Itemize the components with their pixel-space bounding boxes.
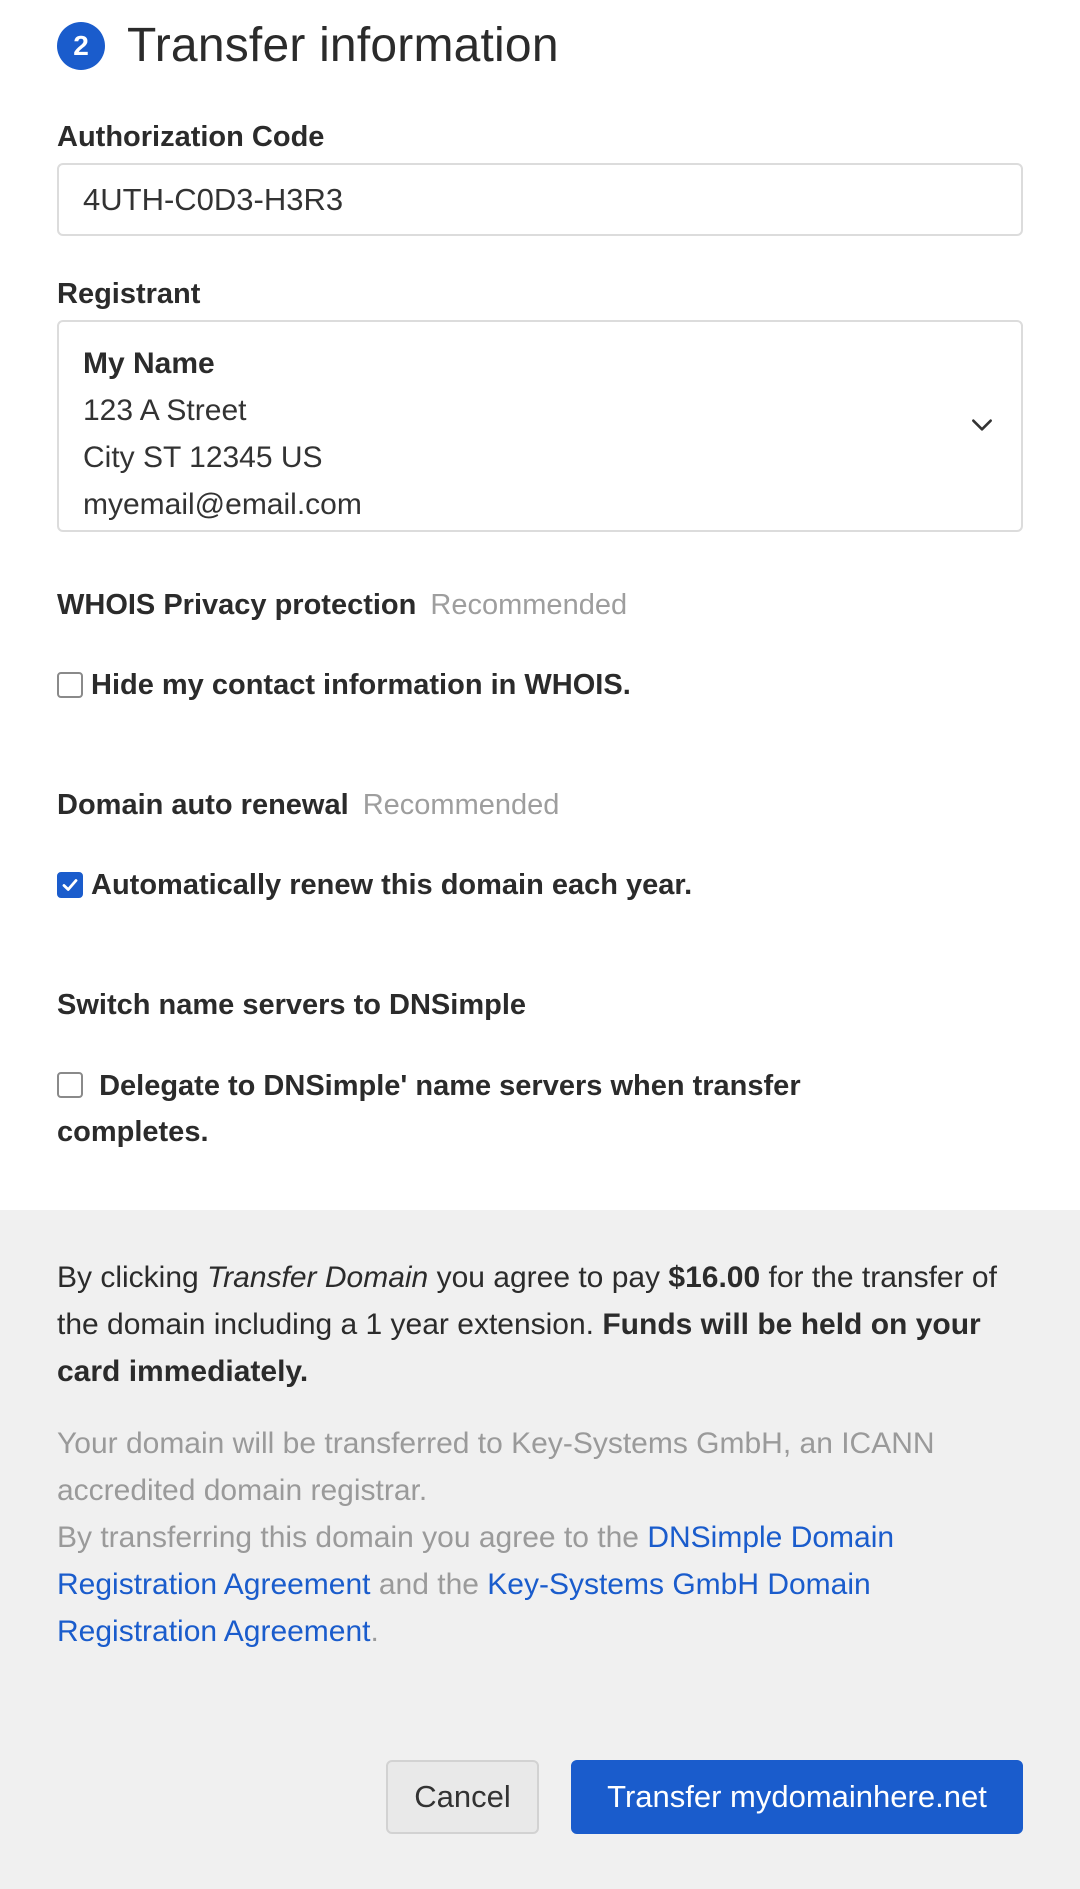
auto-renew-heading: Domain auto renewal Recommended: [57, 789, 559, 822]
agreement-part2: you agree to pay: [428, 1261, 669, 1294]
registrant-city: City ST 12345 US: [83, 441, 323, 474]
name-servers-heading: Switch name servers to DNSimple: [57, 989, 526, 1021]
registrant-select[interactable]: My Name 123 A Street City ST 12345 US my…: [57, 320, 1023, 532]
name-servers-option[interactable]: Delegate to DNSimple' name servers when …: [57, 1062, 907, 1155]
name-servers-label: Delegate to DNSimple' name servers when …: [57, 1070, 801, 1148]
auto-renew-recommended-tag: Recommended: [362, 789, 560, 821]
whois-privacy-checkbox[interactable]: [57, 672, 83, 698]
auto-renew-option[interactable]: Automatically renew this domain each yea…: [57, 862, 692, 908]
agreement-part1: By clicking: [57, 1261, 208, 1294]
agreement-text: By clicking Transfer Domain you agree to…: [57, 1254, 1027, 1395]
registrant-name: My Name: [83, 347, 215, 380]
whois-heading-text: WHOIS Privacy protection: [57, 589, 417, 621]
legal-text: Your domain will be transferred to Key-S…: [57, 1420, 1027, 1655]
checkmark-icon: [62, 879, 78, 891]
whois-privacy-option[interactable]: Hide my contact information in WHOIS.: [57, 662, 631, 708]
registrant-email: myemail@email.com: [83, 488, 362, 521]
step-header: 2 Transfer information: [57, 18, 559, 73]
transfer-form-page: 2 Transfer information Authorization Cod…: [0, 0, 1080, 1889]
whois-privacy-label: Hide my contact information in WHOIS.: [91, 669, 631, 701]
name-servers-label-wrap: Delegate to DNSimple' name servers when …: [57, 1062, 907, 1155]
registrant-label: Registrant: [57, 278, 201, 310]
legal-registrar-text: Your domain will be transferred to Key-S…: [57, 1427, 935, 1507]
chevron-down-icon: [972, 419, 992, 431]
auth-code-label: Authorization Code: [57, 121, 325, 153]
auto-renew-heading-text: Domain auto renewal: [57, 789, 349, 821]
transfer-domain-button[interactable]: Transfer mydomainhere.net: [571, 1760, 1023, 1834]
legal-agree-prefix: By transferring this domain you agree to…: [57, 1521, 648, 1554]
footer-panel: By clicking Transfer Domain you agree to…: [0, 1210, 1080, 1889]
step-number-badge: 2: [57, 21, 105, 70]
whois-heading: WHOIS Privacy protection Recommended: [57, 589, 627, 622]
legal-and-text: and the: [370, 1568, 488, 1601]
agreement-action-name: Transfer Domain: [207, 1261, 429, 1294]
auth-code-input[interactable]: [57, 163, 1023, 236]
step-title: Transfer information: [127, 19, 559, 72]
legal-end: .: [370, 1615, 379, 1648]
agreement-price: $16.00: [668, 1261, 761, 1294]
whois-recommended-tag: Recommended: [430, 589, 628, 621]
registrant-street: 123 A Street: [83, 394, 247, 427]
name-servers-checkbox[interactable]: [57, 1072, 83, 1098]
cancel-button[interactable]: Cancel: [386, 1760, 539, 1834]
auto-renew-checkbox[interactable]: [57, 872, 83, 898]
auto-renew-label: Automatically renew this domain each yea…: [91, 869, 693, 901]
